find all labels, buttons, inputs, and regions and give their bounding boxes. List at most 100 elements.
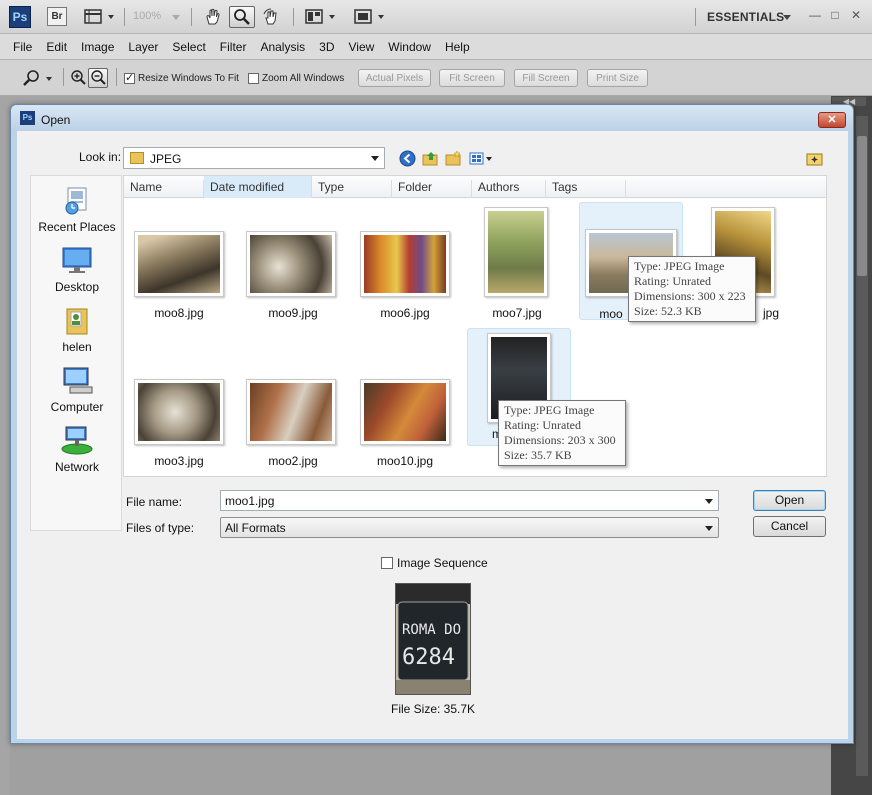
file-name: moo10.jpg (376, 454, 434, 468)
new-folder-icon[interactable] (445, 150, 462, 167)
place-recent-places[interactable]: Recent Places (31, 186, 123, 234)
horse-head-image (138, 383, 220, 441)
hand-tool-button[interactable] (202, 6, 224, 28)
zoom-level-field[interactable]: 100% (133, 10, 161, 22)
menu-image[interactable]: Image (74, 40, 121, 54)
place-network[interactable]: Network (31, 426, 123, 474)
screen-mode-icon (354, 9, 384, 24)
rotate-view-button[interactable] (260, 6, 282, 28)
file-name: moo9.jpg (268, 306, 318, 320)
look-in-dropdown[interactable]: JPEG (123, 147, 385, 169)
look-in-value: JPEG (150, 152, 182, 166)
checkbox-checked[interactable] (124, 71, 135, 84)
column-type[interactable]: Type (312, 180, 392, 198)
menu-select[interactable]: Select (165, 40, 212, 54)
workspace-dropdown[interactable] (781, 6, 793, 28)
menu-filter[interactable]: Filter (213, 40, 254, 54)
file-tile[interactable]: moo2.jpg (243, 350, 343, 476)
up-folder-icon[interactable] (422, 150, 439, 167)
screen-mode-button[interactable] (352, 6, 388, 28)
column-authors[interactable]: Authors (472, 180, 546, 198)
column-folder[interactable]: Folder (392, 180, 472, 198)
image-sequence-option[interactable]: Image Sequence (381, 556, 488, 570)
column-name[interactable]: Name (124, 180, 204, 198)
menu-3d[interactable]: 3D (312, 40, 341, 54)
print-size-button[interactable]: Print Size (587, 69, 648, 87)
file-tile[interactable]: moo3.jpg (129, 350, 229, 476)
menu-layer[interactable]: Layer (121, 40, 165, 54)
license-plate-preview-image: ROMA DO 6284 (396, 584, 470, 694)
dialog-close-button[interactable]: ✕ (818, 112, 846, 128)
file-tile[interactable]: moo8.jpg (129, 202, 229, 328)
arrange-documents-button[interactable] (303, 6, 339, 28)
checkbox-unchecked[interactable] (248, 72, 259, 84)
places-bar: Recent Places Desktop helen Computer Net… (30, 175, 122, 531)
photoshop-logo: Ps (9, 6, 31, 28)
file-thumbnail (246, 379, 336, 445)
horse-sculpture-image (250, 235, 332, 293)
old-houses-image (364, 383, 446, 441)
recent-places-icon (65, 187, 87, 215)
back-icon[interactable] (399, 150, 416, 167)
menu-view[interactable]: View (341, 40, 381, 54)
tooltip-dimensions: Dimensions: 203 x 300 (504, 433, 616, 447)
chevron-down-icon (371, 156, 379, 161)
file-name: moo8.jpg (154, 306, 204, 320)
tooltip-dimensions: Dimensions: 300 x 223 (634, 289, 746, 303)
zoom-level-dropdown[interactable] (169, 6, 183, 28)
zoom-in-button[interactable] (69, 68, 87, 88)
place-helen[interactable]: helen (31, 306, 123, 354)
colorful-buildings-image (364, 235, 446, 293)
file-name-value: moo1.jpg (225, 494, 275, 508)
chevron-down-icon (783, 15, 791, 20)
column-date-modified[interactable]: Date modified (204, 176, 312, 198)
file-name-input[interactable]: moo1.jpg (220, 490, 719, 511)
column-tags[interactable]: Tags (546, 180, 626, 198)
file-tile[interactable]: moo10.jpg (355, 350, 455, 476)
panel-scrollbar-thumb[interactable] (857, 136, 867, 276)
computer-icon (63, 367, 93, 394)
file-tile[interactable]: moo6.jpg (355, 202, 455, 328)
image-sequence-checkbox[interactable] (381, 557, 393, 569)
user-folder-icon (66, 308, 88, 335)
tool-preset-picker[interactable] (20, 68, 56, 88)
zoom-all-windows-checkbox[interactable]: Zoom All Windows (248, 68, 344, 88)
open-button[interactable]: Open (753, 490, 826, 511)
view-menu-icon[interactable] (469, 150, 495, 167)
file-type-dropdown[interactable]: All Formats (220, 517, 719, 538)
place-computer[interactable]: Computer (31, 366, 123, 414)
chevron-down-icon[interactable] (705, 499, 713, 504)
zoom-out-button[interactable] (88, 68, 108, 88)
file-tile[interactable]: moo9.jpg (243, 202, 343, 328)
minimize-button[interactable]: — (808, 8, 822, 22)
close-app-button[interactable]: ✕ (849, 8, 863, 22)
file-thumbnail (484, 207, 548, 297)
view-extras-button[interactable] (82, 6, 118, 28)
resize-windows-checkbox[interactable]: Resize Windows To Fit (124, 68, 239, 88)
separator (63, 68, 64, 86)
fill-screen-button[interactable]: Fill Screen (514, 69, 578, 87)
file-thumbnail (360, 231, 450, 297)
menu-analysis[interactable]: Analysis (253, 40, 312, 54)
cancel-button[interactable]: Cancel (753, 516, 826, 537)
menu-edit[interactable]: Edit (39, 40, 74, 54)
column-header-row: Name Date modified Type Folder Authors T… (124, 176, 826, 198)
image-sequence-label: Image Sequence (397, 556, 488, 570)
menu-file[interactable]: File (6, 40, 39, 54)
desktop-icon (62, 247, 92, 273)
workspace-bottom (10, 744, 831, 795)
workspace-switcher[interactable]: ESSENTIALS (707, 10, 784, 24)
launch-bridge-button[interactable]: Br (47, 7, 67, 26)
adobe-dialog-folder-icon[interactable] (806, 150, 823, 167)
place-desktop[interactable]: Desktop (31, 246, 123, 294)
file-tile[interactable]: moo7.jpg (467, 202, 567, 328)
menu-window[interactable]: Window (381, 40, 438, 54)
dialog-titlebar[interactable]: Ps Open ✕ (11, 105, 853, 131)
menu-help[interactable]: Help (438, 40, 477, 54)
maximize-button[interactable]: □ (828, 8, 842, 22)
zoom-tool-button[interactable] (229, 6, 255, 28)
fit-screen-button[interactable]: Fit Screen (439, 69, 505, 87)
tooltip-rating: Rating: Unrated (634, 274, 711, 288)
actual-pixels-button[interactable]: Actual Pixels (358, 69, 431, 87)
file-name-label: File name: (126, 495, 183, 509)
